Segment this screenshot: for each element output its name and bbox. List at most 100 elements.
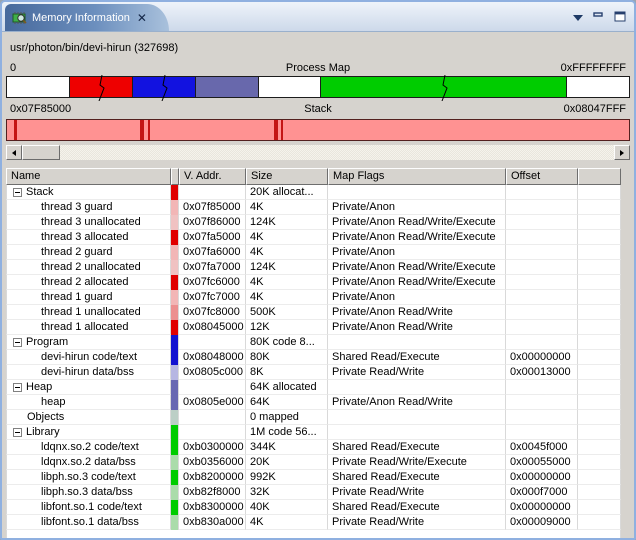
minimize-icon[interactable] xyxy=(593,12,604,25)
table-row[interactable]: thread 1 allocated0x0804500012KPrivate/A… xyxy=(6,320,621,335)
region-name-label: libfont.so.1 data/bss xyxy=(41,516,139,528)
region-name: thread 1 guard xyxy=(7,291,113,303)
region-name-label: Heap xyxy=(26,381,52,393)
table-row[interactable]: thread 3 unallocated0x07f86000124KPrivat… xyxy=(6,215,621,230)
cell-size: 124K xyxy=(246,260,328,275)
collapse-minus-icon[interactable] xyxy=(13,428,22,437)
stack-allocation-mark xyxy=(14,120,17,140)
cell-vaddr: 0x07fc7000 xyxy=(179,290,246,305)
stack-map-title: Stack xyxy=(304,103,332,115)
process-map-segment-free xyxy=(566,77,629,97)
process-map-segment-program xyxy=(132,77,195,97)
cell-offset xyxy=(506,380,578,395)
scroll-right-button[interactable] xyxy=(614,145,630,160)
stack-end-address: 0x08047FFF xyxy=(332,103,626,115)
cell-flags xyxy=(328,410,506,425)
cell-size: 12K xyxy=(246,320,328,335)
region-color-swatch xyxy=(171,245,179,260)
column-header-flags[interactable]: Map Flags xyxy=(328,168,506,185)
table-row[interactable]: thread 2 allocated0x07fc60004KPrivate/An… xyxy=(6,275,621,290)
table-row[interactable]: thread 3 guard0x07f850004KPrivate/Anon xyxy=(6,200,621,215)
column-header-extra[interactable] xyxy=(578,168,621,185)
collapse-minus-icon[interactable] xyxy=(13,338,22,347)
collapse-minus-icon[interactable] xyxy=(13,188,22,197)
table-row[interactable]: thread 2 guard0x07fa60004KPrivate/Anon xyxy=(6,245,621,260)
cell-vaddr: 0x07fa7000 xyxy=(179,260,246,275)
tab-memory-information[interactable]: Memory Information ✕ xyxy=(5,4,169,31)
process-map-end-address: 0xFFFFFFFF xyxy=(350,62,626,74)
collapse-minus-icon[interactable] xyxy=(13,383,22,392)
table-row[interactable]: Program80K code 8... xyxy=(6,335,621,350)
region-name-label: thread 2 unallocated xyxy=(41,261,141,273)
table-row[interactable]: thread 2 unallocated0x07fa7000124KPrivat… xyxy=(6,260,621,275)
region-name-label: thread 1 unallocated xyxy=(41,306,141,318)
memory-information-view: Memory Information ✕ usr/photon/bin/devi… xyxy=(0,0,636,540)
region-name: ldqnx.so.2 code/text xyxy=(7,441,139,453)
empty-cell xyxy=(578,245,621,260)
region-name: Objects xyxy=(7,411,64,423)
table-row[interactable]: Objects0 mapped xyxy=(6,410,621,425)
table-row[interactable]: thread 3 allocated0x07fa50004KPrivate/An… xyxy=(6,230,621,245)
process-map-segment-free xyxy=(258,77,321,97)
cell-offset xyxy=(506,290,578,305)
region-name: libfont.so.1 code/text xyxy=(7,501,142,513)
cell-vaddr: 0x07fa6000 xyxy=(179,245,246,260)
process-map-bar[interactable] xyxy=(6,76,630,98)
table-row[interactable]: Stack20K allocat... xyxy=(6,185,621,200)
cell-offset xyxy=(506,245,578,260)
empty-cell xyxy=(578,305,621,320)
cell-offset xyxy=(506,200,578,215)
empty-cell xyxy=(578,440,621,455)
table-row[interactable]: thread 1 unallocated0x07fc8000500KPrivat… xyxy=(6,305,621,320)
column-header-offset[interactable]: Offset xyxy=(506,168,578,185)
column-header-swatch[interactable] xyxy=(171,168,179,185)
cell-size: 64K allocated xyxy=(246,380,328,395)
region-name: libph.so.3 code/text xyxy=(7,471,136,483)
table-empty-area xyxy=(6,530,621,538)
cell-flags: Private/Anon xyxy=(328,290,506,305)
scrollbar-track[interactable] xyxy=(60,145,614,160)
region-name: thread 2 guard xyxy=(7,246,113,258)
close-icon[interactable]: ✕ xyxy=(137,13,147,23)
table-row[interactable]: libph.so.3 code/text0xb8200000992KShared… xyxy=(6,470,621,485)
table-row[interactable]: libfont.so.1 data/bss0xb830a0004KPrivate… xyxy=(6,515,621,530)
table-row[interactable]: ldqnx.so.2 code/text0xb0300000344KShared… xyxy=(6,440,621,455)
region-name: thread 3 unallocated xyxy=(7,216,141,228)
stack-map-labels: 0x07F85000 Stack 0x08047FFF xyxy=(6,102,630,117)
cell-offset: 0x00013000 xyxy=(506,365,578,380)
region-color-swatch xyxy=(171,350,179,365)
table-row[interactable]: thread 1 guard0x07fc70004KPrivate/Anon xyxy=(6,290,621,305)
column-header-name[interactable]: Name xyxy=(6,168,171,185)
table-row[interactable]: heap0x0805e00064KPrivate/Anon Read/Write xyxy=(6,395,621,410)
view-tab-strip: Memory Information ✕ xyxy=(2,2,634,32)
cell-size: 1M code 56... xyxy=(246,425,328,440)
arrow-right-icon xyxy=(620,150,624,156)
maximize-icon[interactable] xyxy=(614,11,626,25)
empty-cell xyxy=(578,365,621,380)
region-name: devi-hirun code/text xyxy=(7,351,137,363)
table-row[interactable]: devi-hirun data/bss0x0805c0008KPrivate R… xyxy=(6,365,621,380)
cell-flags: Private Read/Write xyxy=(328,365,506,380)
region-name-label: thread 1 guard xyxy=(41,291,113,303)
scroll-left-button[interactable] xyxy=(6,145,22,160)
view-menu-chevron-down-icon[interactable] xyxy=(573,15,583,21)
table-row[interactable]: libfont.so.1 code/text0xb830000040KShare… xyxy=(6,500,621,515)
table-row[interactable]: devi-hirun code/text0x0804800080KShared … xyxy=(6,350,621,365)
cell-offset xyxy=(506,410,578,425)
cell-flags: Private/Anon Read/Write/Execute xyxy=(328,215,506,230)
region-color-swatch xyxy=(171,215,179,230)
scrollbar-thumb[interactable] xyxy=(22,145,60,160)
tab-title: Memory Information xyxy=(32,12,130,24)
table-row[interactable]: libph.so.3 data/bss0xb82f800032KPrivate … xyxy=(6,485,621,500)
cell-size: 500K xyxy=(246,305,328,320)
column-header-size[interactable]: Size xyxy=(246,168,328,185)
table-row[interactable]: Heap 64K allocated xyxy=(6,380,621,395)
scale-break-icon xyxy=(439,75,449,101)
column-header-vaddr[interactable]: V. Addr. xyxy=(179,168,246,185)
stack-map-bar[interactable] xyxy=(6,119,630,141)
table-row[interactable]: Library1M code 56... xyxy=(6,425,621,440)
cell-flags: Shared Read/Execute xyxy=(328,350,506,365)
region-color-swatch xyxy=(171,485,179,500)
region-color-swatch xyxy=(171,455,179,470)
table-row[interactable]: ldqnx.so.2 data/bss0xb035600020KPrivate … xyxy=(6,455,621,470)
